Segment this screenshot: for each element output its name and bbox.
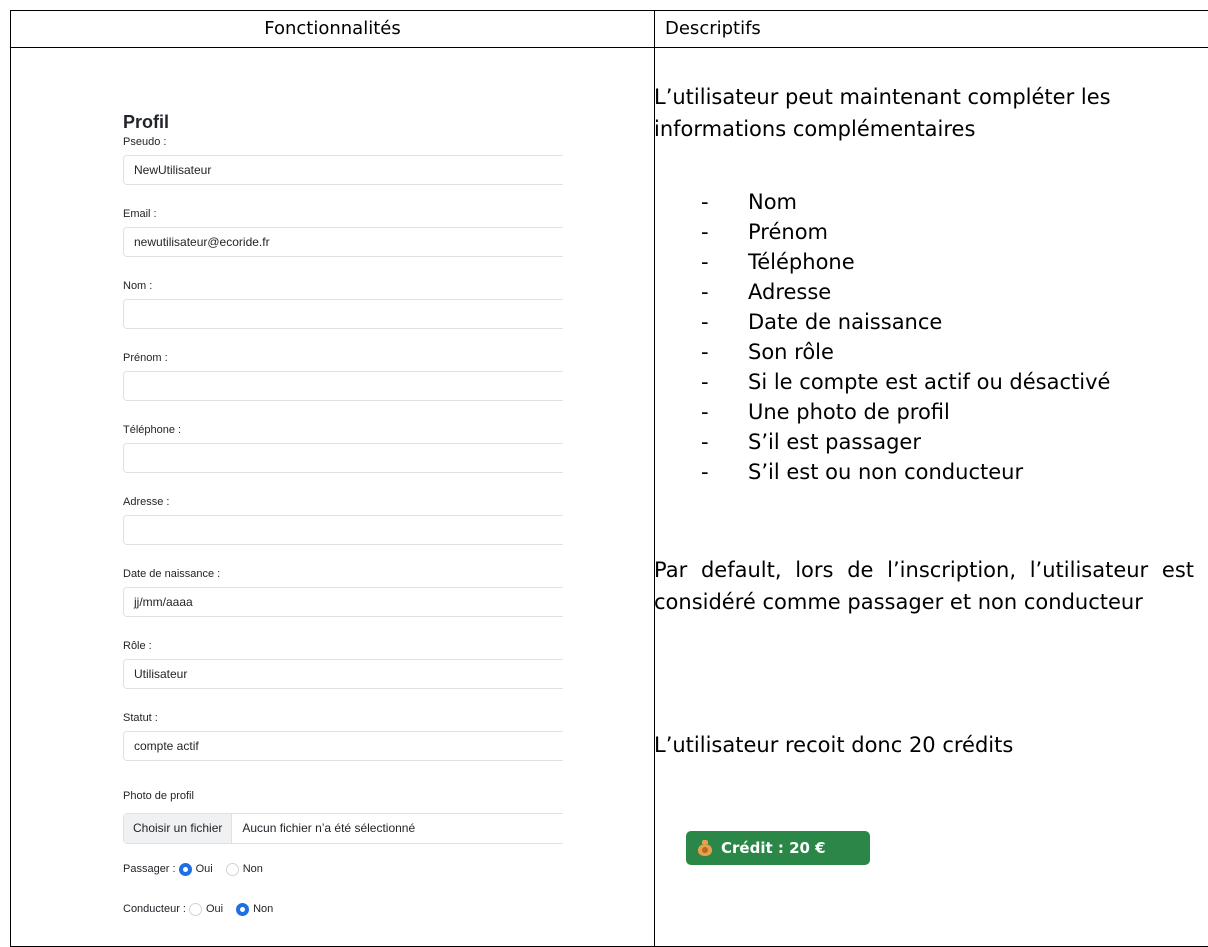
passager-oui-radio[interactable]	[178, 862, 192, 876]
form-title: Profil	[123, 112, 170, 132]
telephone-label: Téléphone :	[123, 424, 182, 436]
choose-file-button[interactable]: Choisir un fichier	[124, 814, 233, 843]
header-descriptifs: Descriptifs	[665, 18, 761, 39]
list-item: - Prénom	[701, 220, 829, 244]
prenom-input[interactable]	[123, 371, 563, 401]
adresse-label: Adresse :	[123, 496, 170, 508]
prenom-label: Prénom :	[123, 352, 168, 364]
conducteur-non-label: Non	[253, 903, 274, 915]
list-item: - Date de naissance	[701, 310, 943, 334]
profile-form-screenshot: Profil Pseudo : NewUtilisateur Email : n…	[11, 48, 654, 947]
birthdate-label: Date de naissance :	[123, 568, 221, 580]
statut-input[interactable]: compte actif	[123, 731, 563, 761]
birthdate-input[interactable]: jj/mm/aaaa	[123, 587, 563, 617]
passager-non-label: Non	[242, 863, 263, 875]
list-item: - Nom	[701, 190, 798, 214]
credits-paragraph: L’utilisateur recoit donc 20 crédits	[654, 733, 1014, 757]
pseudo-label: Pseudo :	[123, 136, 167, 148]
fields-list: - Nom - Prénom - Téléphone - Adresse - Date d…	[654, 187, 1110, 487]
list-item: - Adresse	[701, 280, 832, 304]
email-label: Email :	[123, 208, 157, 220]
photo-file-input[interactable]: Choisir un fichier Aucun fichier n’a été…	[123, 813, 563, 844]
conducteur-non-radio[interactable]	[236, 902, 250, 916]
telephone-input[interactable]	[123, 443, 563, 473]
header-fonctionnalites: Fonctionnalités	[264, 18, 401, 39]
credit-badge-label: Crédit : 20 €	[721, 839, 826, 857]
default-paragraph: Par default, lors de l’inscription, l’ut…	[654, 558, 1194, 614]
money-bag-icon	[698, 840, 712, 856]
statut-label: Statut :	[123, 712, 158, 724]
conducteur-label: Conducteur :	[123, 903, 186, 915]
list-item: - Son rôle	[701, 340, 834, 364]
role-input[interactable]: Utilisateur	[123, 659, 563, 689]
list-item: - S’il est passager	[701, 430, 921, 454]
pseudo-input[interactable]: NewUtilisateur	[123, 155, 563, 185]
passager-label: Passager :	[123, 863, 176, 875]
passager-radio-group: Passager : Oui Non	[123, 861, 273, 877]
nom-input[interactable]	[123, 299, 563, 329]
nom-label: Nom :	[123, 280, 153, 292]
conducteur-oui-label: Oui	[205, 903, 224, 915]
list-item: - S’il est ou non conducteur	[701, 460, 1024, 484]
passager-non-radio[interactable]	[225, 862, 239, 876]
list-item: - Une photo de profil	[701, 400, 950, 424]
credit-badge: Crédit : 20 €	[686, 831, 870, 865]
role-label: Rôle :	[123, 640, 152, 652]
conducteur-oui-radio[interactable]	[188, 902, 202, 916]
email-input[interactable]: newutilisateur@ecoride.fr	[123, 227, 563, 257]
adresse-input[interactable]	[123, 515, 563, 545]
photo-label: Photo de profil	[123, 790, 194, 802]
intro-paragraph: L’utilisateur peut maintenant compléter …	[654, 85, 1111, 141]
list-item: - Téléphone	[701, 250, 855, 274]
passager-oui-label: Oui	[195, 863, 213, 875]
file-name-text: Aucun fichier n’a été sélectionné	[242, 821, 416, 835]
conducteur-radio-group: Conducteur : Oui Non	[123, 901, 283, 917]
list-item: - Si le compte est actif ou désactivé	[701, 370, 1111, 394]
